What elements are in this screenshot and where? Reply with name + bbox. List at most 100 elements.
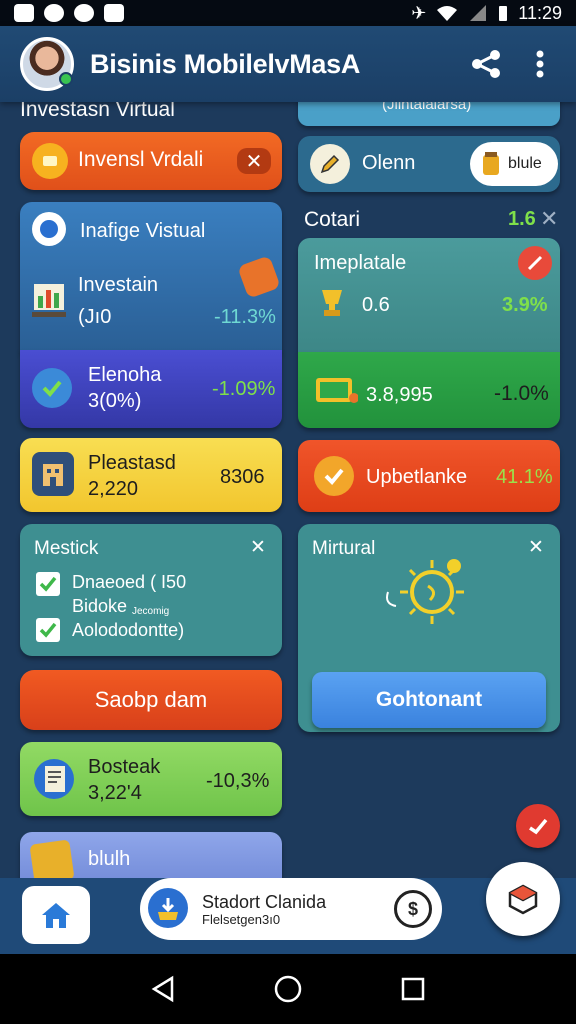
back-icon[interactable] bbox=[148, 974, 178, 1004]
search-row[interactable]: Olenn blule bbox=[298, 136, 560, 192]
building-icon bbox=[32, 452, 74, 496]
update-card[interactable]: Upbetlanke 41.1% bbox=[298, 440, 560, 512]
virtual-action-button[interactable]: Gohtonant bbox=[312, 672, 546, 728]
metric-card[interactable]: Imeplatale 0.6 3.9% bbox=[298, 238, 560, 352]
virtual-close-icon[interactable]: ✕ bbox=[528, 536, 544, 559]
section-label: Investasn Virtual bbox=[20, 102, 175, 121]
chart-board-icon bbox=[32, 280, 68, 320]
filter-chip[interactable]: blule bbox=[470, 142, 558, 186]
check-shield-icon bbox=[32, 368, 72, 408]
checkbox-1[interactable] bbox=[36, 572, 60, 596]
holding-card-elenoha[interactable]: Elenoha 3(0%) -1.09% bbox=[20, 350, 282, 428]
checkbox-2[interactable] bbox=[36, 618, 60, 642]
update-change: 41.1% bbox=[496, 466, 553, 488]
sun-icon bbox=[374, 546, 484, 636]
banner-label: Invensl Vrdali bbox=[78, 148, 204, 171]
checkmark-icon bbox=[529, 818, 548, 835]
cash-icon bbox=[314, 372, 358, 408]
app-title: Bisinis MobilelvMasA bbox=[90, 48, 361, 79]
investment-banner[interactable]: Invensl Vrdali ✕ bbox=[20, 132, 282, 190]
gift-box-icon bbox=[29, 839, 75, 878]
coin-icon bbox=[32, 143, 68, 179]
more-vert-icon bbox=[536, 50, 544, 78]
banner-close-button[interactable]: ✕ bbox=[237, 148, 271, 174]
virtual-title: Mirtural bbox=[312, 538, 376, 559]
top-info-card: (Jlihtalalarsa) bbox=[298, 102, 560, 126]
home-circle-icon[interactable] bbox=[273, 974, 303, 1004]
overflow-menu-button[interactable] bbox=[520, 44, 560, 84]
cash-card[interactable]: 3.8,995 -1.0% bbox=[298, 352, 560, 428]
virtual-card: Mirtural ✕ Gohtonant bbox=[298, 524, 560, 732]
checklist-item-3: Aolododontte) bbox=[72, 620, 185, 640]
checklist-title: Mestick bbox=[34, 538, 99, 559]
row-sub: (Jı0 bbox=[78, 306, 112, 328]
cash-value: 3.8,995 bbox=[366, 384, 433, 406]
notification-icon bbox=[104, 4, 124, 22]
check-badge-icon bbox=[314, 456, 354, 496]
holding-sub: 3(0%) bbox=[88, 390, 142, 412]
holding-card-bosteak[interactable]: Bosteak 3,22'4 -10,3% bbox=[20, 742, 282, 816]
section-label-right: Cotari bbox=[304, 208, 361, 231]
bottom-bar: Stadort Clanida Flelsetgen3ı0 $ bbox=[0, 862, 576, 954]
row-change: -11.3% bbox=[214, 306, 276, 328]
receipt-icon bbox=[32, 756, 76, 802]
whatsapp-icon bbox=[44, 4, 64, 22]
holding-sub: 2,220 bbox=[88, 478, 139, 500]
chip-label: blule bbox=[508, 155, 542, 172]
holding-card-blulh[interactable]: blulh bbox=[20, 832, 282, 878]
holding-label: Bosteak bbox=[88, 756, 161, 778]
pill-sub: Flelsetgen3ı0 bbox=[202, 912, 281, 927]
button-label: Saobp dam bbox=[94, 687, 208, 712]
wifi-icon bbox=[437, 6, 458, 21]
online-indicator bbox=[59, 72, 73, 86]
cash-change: -1.0% bbox=[494, 382, 549, 405]
search-row-label: Olenn bbox=[362, 152, 416, 174]
checklist-card: Mestick ✕ Dnaeoed ( I50 Bidoke Jecomig A… bbox=[20, 524, 282, 656]
account-pill[interactable]: Stadort Clanida Flelsetgen3ı0 $ bbox=[140, 878, 442, 940]
share-button[interactable] bbox=[466, 44, 506, 84]
share-icon bbox=[472, 50, 500, 78]
tag-icon bbox=[237, 255, 281, 299]
home-icon bbox=[42, 903, 70, 928]
checklist-note: Jecomig bbox=[132, 606, 170, 617]
dollar-coin-icon[interactable]: $ bbox=[394, 890, 432, 928]
checklist-item-1: Dnaeoed ( I50 bbox=[72, 572, 187, 592]
pill-title: Stadort Clanida bbox=[202, 892, 327, 912]
portfolio-fab[interactable] bbox=[486, 862, 560, 936]
alert-fab[interactable] bbox=[516, 804, 560, 848]
holding-label: Pleastasd bbox=[88, 452, 176, 474]
mute-icon: ✈ bbox=[411, 2, 427, 23]
section-count: 1.6 bbox=[508, 208, 536, 230]
jar-icon bbox=[483, 152, 499, 175]
holding-change: -10,3% bbox=[206, 770, 270, 792]
app-bar: Bisinis MobilelvMasA bbox=[0, 26, 576, 102]
edit-icon bbox=[310, 144, 350, 184]
battery-icon bbox=[499, 6, 508, 21]
pin-icon bbox=[518, 246, 552, 280]
holding-label: blulh bbox=[88, 848, 131, 870]
dashboard-content[interactable]: Investasn Virtual Invensl Vrdali ✕ Inafi… bbox=[0, 102, 576, 878]
messenger-icon bbox=[74, 4, 94, 22]
system-nav-bar bbox=[0, 954, 576, 1024]
metric-change: 3.9% bbox=[502, 294, 548, 316]
signal-icon bbox=[470, 5, 487, 21]
metric-value: 0.6 bbox=[362, 294, 390, 316]
virtual-button-label: Gohtonant bbox=[375, 688, 483, 711]
chat-icon bbox=[32, 212, 66, 246]
update-label: Upbetlanke bbox=[366, 466, 468, 488]
trophy-icon bbox=[316, 286, 348, 320]
gallery-icon bbox=[14, 4, 34, 22]
bank-logo-icon bbox=[148, 888, 188, 928]
primary-action-button[interactable]: Saobp dam bbox=[20, 670, 282, 730]
recents-icon[interactable] bbox=[398, 974, 428, 1004]
home-button[interactable] bbox=[22, 886, 90, 944]
avatar[interactable] bbox=[20, 37, 74, 91]
metric-title: Imeplatale bbox=[314, 252, 407, 274]
investment-card[interactable]: Inafige Vistual Investain (Jı0 -11.3% bbox=[20, 202, 282, 352]
checklist-close-icon[interactable]: ✕ bbox=[250, 536, 266, 559]
status-bar: ✈ 11:29 bbox=[0, 0, 576, 26]
top-info-text: (Jlihtalalarsa) bbox=[382, 102, 472, 113]
holding-label: Elenoha bbox=[88, 364, 162, 386]
section-close-icon[interactable]: ✕ bbox=[540, 206, 558, 232]
holding-card-pleastasd[interactable]: Pleastasd 2,220 8306 bbox=[20, 438, 282, 512]
